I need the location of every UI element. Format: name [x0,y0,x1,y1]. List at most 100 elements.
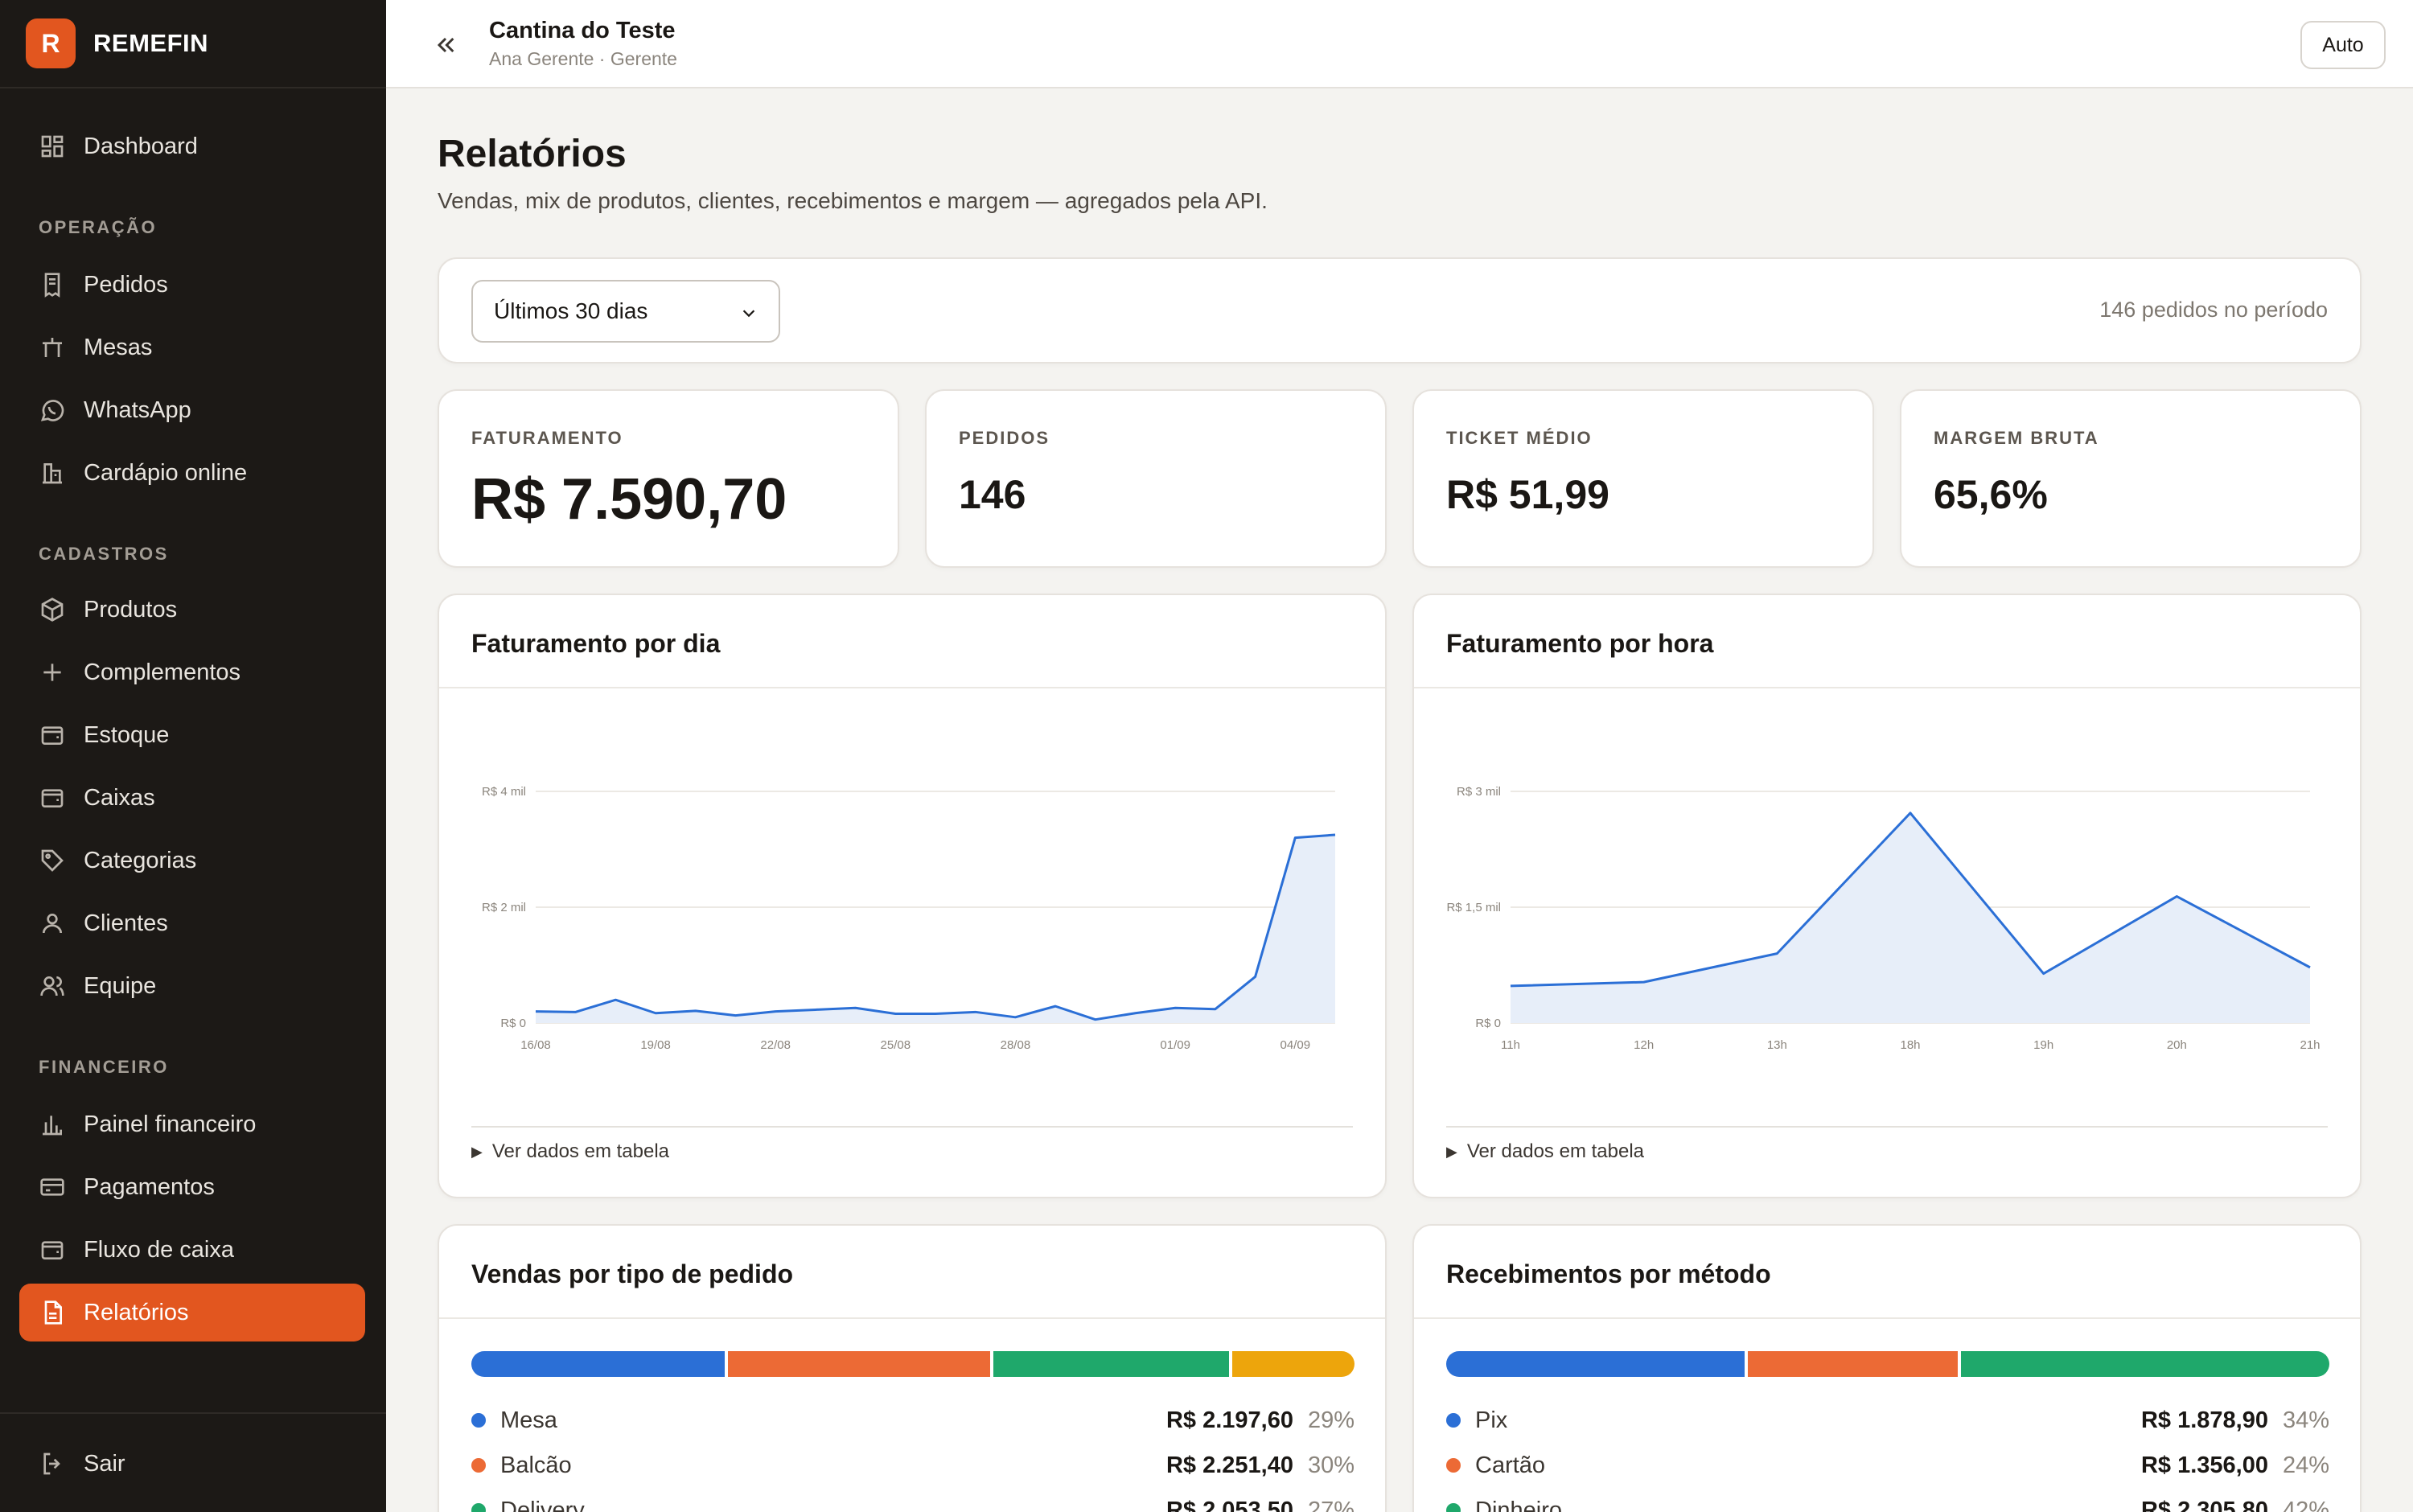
y-tick-label: R$ 0 [500,1017,526,1030]
sales-by-order-type-card: Vendas por tipo de pedido Mesa R$ 2.197,6… [438,1224,1387,1512]
sidebar-item-label: WhatsApp [84,396,191,423]
theme-auto-button[interactable]: Auto [2300,21,2386,69]
bar-segment [727,1351,990,1377]
sidebar-item-produtos[interactable]: Produtos [19,581,365,639]
sidebar-item-label: Categorias [84,847,197,873]
legend-row: Mesa R$ 2.197,60 29% [471,1404,1354,1436]
store-user: Ana Gerente · Gerente [489,48,677,69]
legend-dot [1446,1413,1461,1428]
legend-value: R$ 2.197,60 [1165,1407,1293,1433]
logout-icon [39,1450,66,1477]
collapse-sidebar-button[interactable] [430,29,462,61]
section-operacao: OPERAÇÃO [39,217,158,237]
legend-percent: 30% [1307,1452,1354,1478]
chart-card-hourly: Faturamento por hora R$ 3 mil R$ 1,5 mil R… [1412,594,2362,1198]
kpi-label: TICKET MÉDIO [1446,428,1593,448]
sidebar-item-equipe[interactable]: Equipe [19,957,365,1015]
legend-row: Delivery R$ 2.053,50 27% [471,1494,1354,1512]
user-icon [39,910,66,937]
y-tick-label: R$ 0 [1475,1017,1501,1030]
sidebar-item-pagamentos[interactable]: Pagamentos [19,1158,365,1216]
legend-dot [1446,1458,1461,1473]
page-subtitle: Vendas, mix de produtos, clientes, receb… [438,188,1268,213]
sidebar-item-label: Fluxo de caixa [84,1236,234,1263]
logout-button[interactable]: Sair [19,1435,365,1493]
payments-by-method-card: Recebimentos por método Pix R$ 1.878,90 34… [1412,1224,2362,1512]
sidebar-item-whatsapp[interactable]: WhatsApp [19,381,365,439]
legend-row: Balcão R$ 2.251,40 30% [471,1449,1354,1481]
document-icon [39,1299,66,1326]
section-cadastros: CADASTROS [39,544,169,564]
wallet-icon [39,784,66,811]
x-tick-label: 28/08 [1001,1038,1031,1052]
sidebar-item-painel-financeiro[interactable]: Painel financeiro [19,1095,365,1153]
chart-title: Faturamento por dia [471,629,721,658]
series-area [1511,812,2310,1023]
show-table-toggle[interactable]: ▶ Ver dados em tabela [1446,1126,2328,1163]
inventory-icon [39,721,66,749]
x-tick-label: 12h [1634,1038,1654,1052]
kpi-ticket-medio: TICKET MÉDIO R$ 51,99 [1412,389,1874,568]
y-tick-label: R$ 4 mil [482,785,526,799]
bar-chart-icon [39,1111,66,1138]
sidebar-item-complementos[interactable]: Complementos [19,643,365,701]
show-table-label: Ver dados em tabela [1466,1140,1644,1162]
kpi-value: 146 [959,472,1026,517]
y-tick-label: R$ 2 mil [482,901,526,914]
sidebar-item-label: Equipe [84,972,157,999]
chart-card-daily: Faturamento por dia R$ 4 mil R$ 2 mil R$ 0… [438,594,1387,1198]
brand[interactable]: R REMEFIN [0,0,386,88]
sidebar-item-categorias[interactable]: Categorias [19,832,365,890]
sidebar-item-fluxo-de-caixa[interactable]: Fluxo de caixa [19,1221,365,1279]
bar-segment [1747,1351,1959,1377]
table-icon [39,334,66,361]
double-chevron-left-icon [437,37,454,53]
receipt-icon [39,271,66,298]
show-table-toggle[interactable]: ▶ Ver dados em tabela [471,1126,1353,1163]
legend-dot [471,1503,486,1512]
daily-revenue-chart: R$ 4 mil R$ 2 mil R$ 0 16/08 19/08 22/08 25/08… [482,785,1336,1052]
legend-percent: 24% [2282,1452,2329,1478]
sidebar-item-caixas[interactable]: Caixas [19,769,365,827]
legend-label: Dinheiro [1475,1497,1562,1512]
x-tick-label: 11h [1501,1038,1520,1052]
x-tick-label: 19h [2033,1038,2053,1052]
legend-label: Pix [1475,1407,1508,1433]
legend-row: Cartão R$ 1.356,00 24% [1446,1449,2329,1481]
storefront-icon [39,459,66,487]
y-tick-label: R$ 3 mil [1457,785,1501,799]
sidebar-item-relatorios[interactable]: Relatórios [19,1284,365,1341]
stacked-bar [1446,1351,2329,1377]
kpi-label: MARGEM BRUTA [1934,428,2099,448]
period-select-value: Últimos 30 dias [494,298,648,323]
sidebar-item-label: Clientes [84,910,168,936]
card-title: Recebimentos por método [1446,1259,1771,1288]
sidebar-item-mesas[interactable]: Mesas [19,318,365,376]
legend-value: R$ 2.251,40 [1165,1452,1293,1478]
kpi-faturamento: FATURAMENTO R$ 7.590,70 [438,389,899,568]
dashboard-icon [39,133,66,160]
kpi-label: PEDIDOS [959,428,1050,448]
sidebar-item-estoque[interactable]: Estoque [19,706,365,764]
legend-value: R$ 2.305,80 [2140,1497,2268,1512]
card-title: Vendas por tipo de pedido [471,1259,794,1288]
period-select[interactable]: Últimos 30 dias [471,280,780,343]
x-tick-label: 18h [1900,1038,1920,1052]
sidebar-item-dashboard[interactable]: Dashboard [19,117,365,175]
sidebar-item-cardapio[interactable]: Cardápio online [19,444,365,502]
credit-card-icon [39,1173,66,1201]
section-financeiro: FINANCEIRO [39,1057,169,1077]
x-tick-label: 16/08 [520,1038,551,1052]
sidebar-item-label: Estoque [84,721,170,748]
sidebar-item-label: Cardápio online [84,459,248,486]
bar-segment [1231,1351,1354,1377]
sidebar-item-pedidos[interactable]: Pedidos [19,256,365,314]
sidebar-item-label: Mesas [84,334,153,360]
legend-row: Dinheiro R$ 2.305,80 42% [1446,1494,2329,1512]
kpi-label: FATURAMENTO [471,428,623,448]
brand-logo: R [26,18,76,68]
sidebar-item-label: Pagamentos [84,1173,215,1200]
legend-label: Cartão [1475,1452,1546,1478]
store-name: Cantina do Teste [489,18,676,43]
sidebar-item-clientes[interactable]: Clientes [19,894,365,952]
